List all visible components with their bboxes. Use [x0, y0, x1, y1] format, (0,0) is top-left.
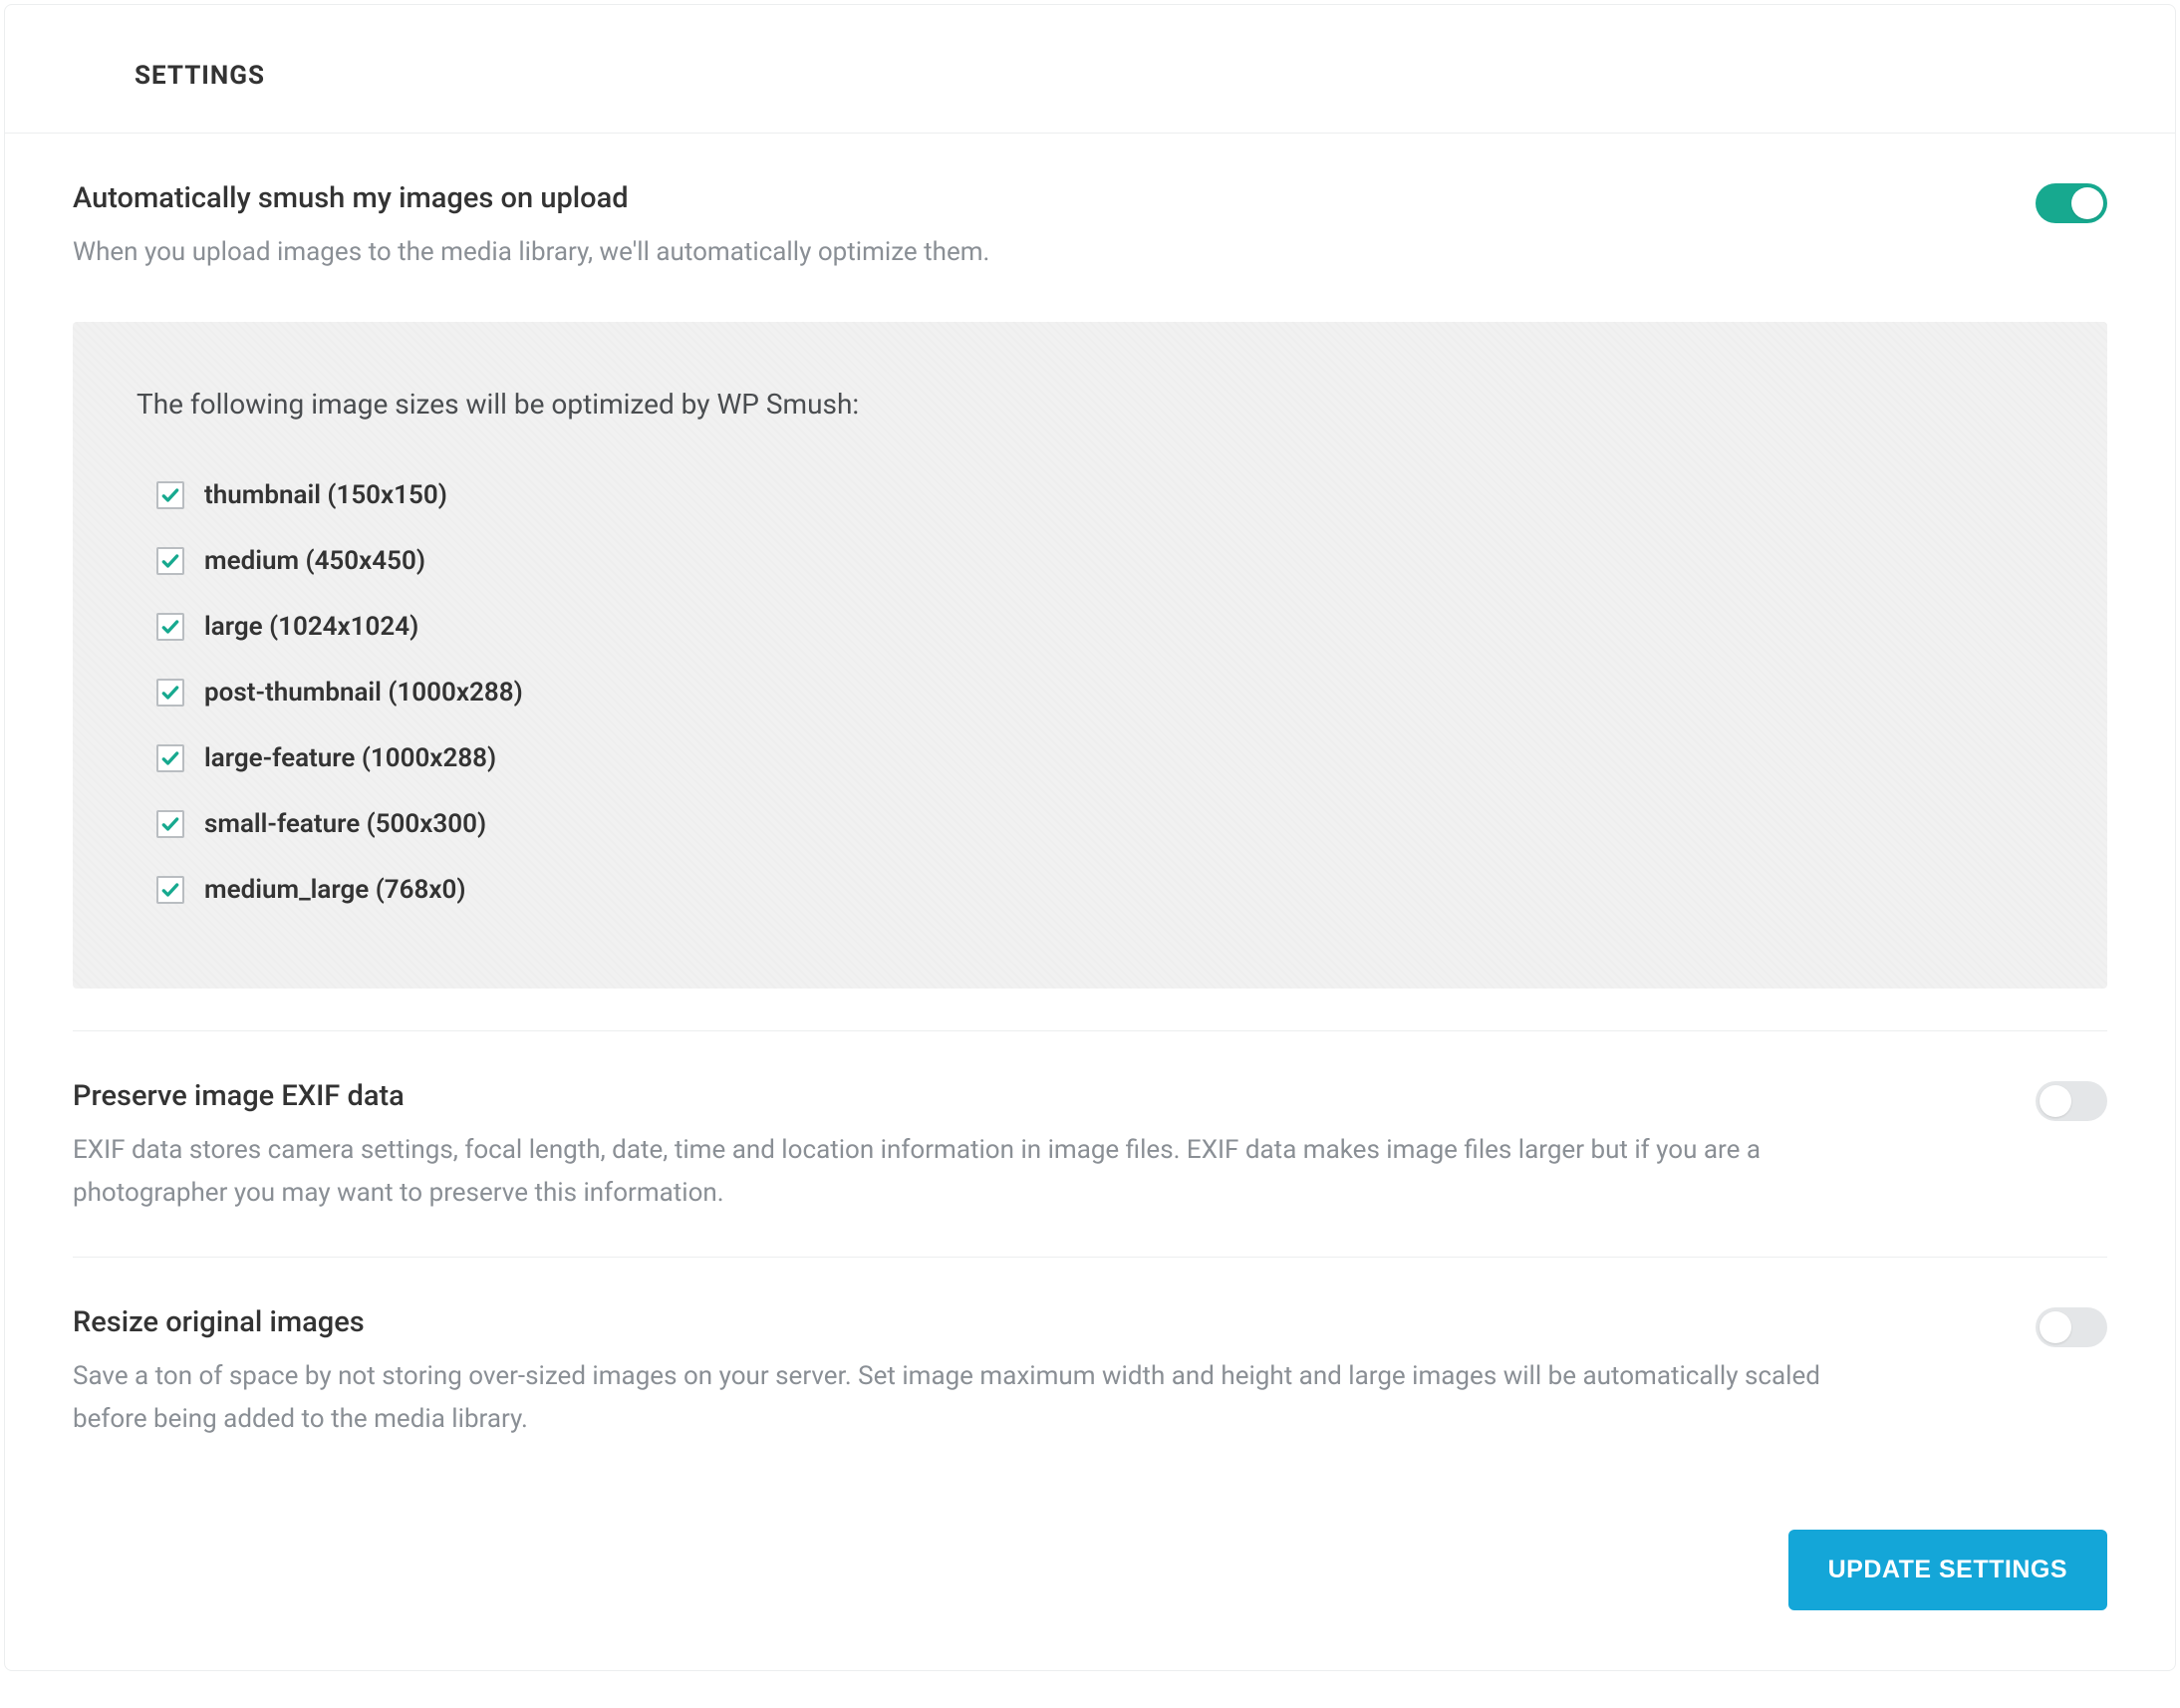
settings-panel: SETTINGS Automatically smush my images o…: [4, 4, 2176, 1671]
size-checkbox[interactable]: [156, 876, 184, 904]
toggle-knob: [2040, 1311, 2071, 1343]
size-item: medium_large (768x0): [156, 857, 2044, 923]
size-label: thumbnail (150x150): [204, 480, 447, 510]
update-settings-button[interactable]: UPDATE SETTINGS: [1788, 1530, 2107, 1610]
size-item: post-thumbnail (1000x288): [156, 660, 2044, 725]
resize-desc: Save a ton of space by not storing over-…: [73, 1355, 1826, 1441]
size-item: small-feature (500x300): [156, 791, 2044, 857]
toggle-knob: [2071, 187, 2103, 219]
size-label: small-feature (500x300): [204, 809, 486, 839]
panel-header: SETTINGS: [5, 5, 2175, 134]
page-title: SETTINGS: [135, 61, 2107, 91]
size-checkbox[interactable]: [156, 744, 184, 772]
size-list: thumbnail (150x150) medium (450x450) large…: [136, 462, 2044, 923]
panel-footer: UPDATE SETTINGS: [5, 1482, 2175, 1670]
exif-title: Preserve image EXIF data: [73, 1079, 1826, 1113]
size-label: large-feature (1000x288): [204, 743, 496, 773]
auto-smush-desc: When you upload images to the media libr…: [73, 231, 1826, 274]
size-item: large-feature (1000x288): [156, 725, 2044, 791]
size-item: large (1024x1024): [156, 594, 2044, 660]
size-label: medium_large (768x0): [204, 875, 465, 905]
size-item: medium (450x450): [156, 528, 2044, 594]
auto-smush-title: Automatically smush my images on upload: [73, 181, 1826, 215]
sizes-box: The following image sizes will be optimi…: [73, 322, 2107, 989]
section-auto-smush: Automatically smush my images on upload …: [73, 134, 2107, 1031]
size-item: thumbnail (150x150): [156, 462, 2044, 528]
size-label: large (1024x1024): [204, 612, 418, 642]
size-checkbox[interactable]: [156, 679, 184, 707]
exif-toggle[interactable]: [2036, 1081, 2107, 1121]
toggle-knob: [2040, 1085, 2071, 1117]
size-checkbox[interactable]: [156, 481, 184, 509]
resize-title: Resize original images: [73, 1305, 1826, 1339]
panel-body: Automatically smush my images on upload …: [5, 134, 2175, 1482]
exif-desc: EXIF data stores camera settings, focal …: [73, 1129, 1826, 1215]
sizes-intro: The following image sizes will be optimi…: [136, 388, 2044, 421]
section-exif: Preserve image EXIF data EXIF data store…: [73, 1031, 2107, 1258]
auto-smush-toggle[interactable]: [2036, 183, 2107, 223]
section-resize: Resize original images Save a ton of spa…: [73, 1258, 2107, 1483]
size-label: post-thumbnail (1000x288): [204, 678, 523, 708]
size-checkbox[interactable]: [156, 613, 184, 641]
size-checkbox[interactable]: [156, 810, 184, 838]
size-label: medium (450x450): [204, 546, 425, 576]
size-checkbox[interactable]: [156, 547, 184, 575]
resize-toggle[interactable]: [2036, 1307, 2107, 1347]
